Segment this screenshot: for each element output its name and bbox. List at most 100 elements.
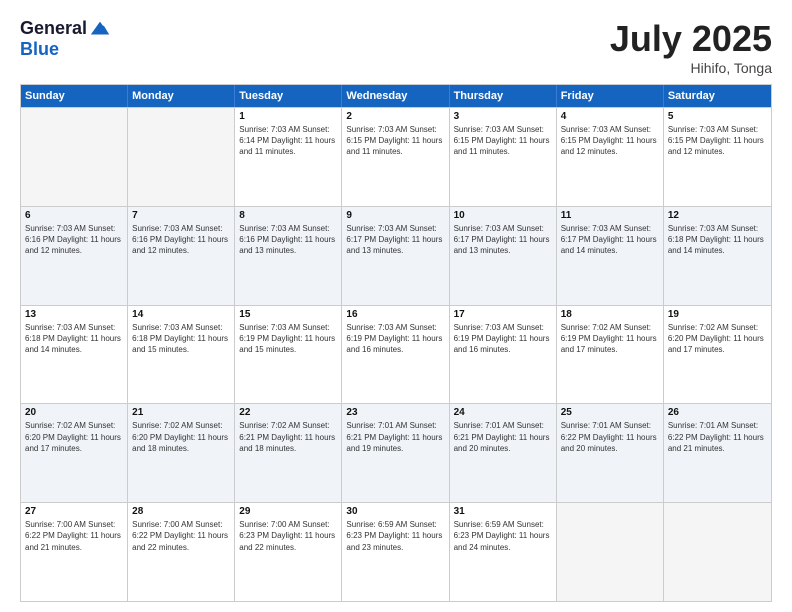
cell-info: Sunrise: 7:03 AM Sunset: 6:16 PM Dayligh… [132,223,230,257]
calendar-cell: 26 Sunrise: 7:01 AM Sunset: 6:22 PM Dayli… [664,404,771,502]
cell-info: Sunrise: 6:59 AM Sunset: 6:23 PM Dayligh… [346,519,444,553]
header-sunday: Sunday [21,85,128,107]
day-number: 15 [239,309,337,320]
day-number: 18 [561,309,659,320]
calendar-cell: 9Sunrise: 7:03 AM Sunset: 6:17 PM Daylig… [342,207,449,305]
calendar-cell: 29 Sunrise: 7:00 AM Sunset: 6:23 PM Dayli… [235,503,342,601]
week-row-2: 6Sunrise: 7:03 AM Sunset: 6:16 PM Daylig… [21,206,771,305]
header-tuesday: Tuesday [235,85,342,107]
day-number: 8 [239,210,337,221]
day-number: 19 [668,309,767,320]
calendar-cell: 6Sunrise: 7:03 AM Sunset: 6:16 PM Daylig… [21,207,128,305]
day-number: 28 [132,506,230,517]
day-number: 1 [239,111,337,122]
calendar-cell: 12Sunrise: 7:03 AM Sunset: 6:18 PM Dayli… [664,207,771,305]
calendar-body: 1 Sunrise: 7:03 AM Sunset: 6:14 PM Daylig… [21,107,771,601]
day-number: 29 [239,506,337,517]
logo-icon [89,18,111,40]
day-number: 5 [668,111,767,122]
cell-info: Sunrise: 7:01 AM Sunset: 6:22 PM Dayligh… [561,420,659,454]
day-number: 4 [561,111,659,122]
cell-info: Sunrise: 7:01 AM Sunset: 6:22 PM Dayligh… [668,420,767,454]
cell-info: Sunrise: 7:03 AM Sunset: 6:15 PM Dayligh… [668,124,767,158]
day-number: 22 [239,407,337,418]
logo-text-blue: Blue [20,39,59,59]
calendar-cell: 15 Sunrise: 7:03 AM Sunset: 6:19 PM Dayli… [235,306,342,404]
cell-info: Sunrise: 7:03 AM Sunset: 6:19 PM Dayligh… [454,322,552,356]
cell-info: Sunrise: 7:02 AM Sunset: 6:20 PM Dayligh… [25,420,123,454]
calendar-cell: 18 Sunrise: 7:02 AM Sunset: 6:19 PM Dayli… [557,306,664,404]
day-number: 9 [346,210,444,221]
calendar-cell: 10Sunrise: 7:03 AM Sunset: 6:17 PM Dayli… [450,207,557,305]
cell-info: Sunrise: 7:03 AM Sunset: 6:15 PM Dayligh… [561,124,659,158]
cell-info: Sunrise: 7:03 AM Sunset: 6:14 PM Dayligh… [239,124,337,158]
day-number: 27 [25,506,123,517]
cell-info: Sunrise: 7:01 AM Sunset: 6:21 PM Dayligh… [346,420,444,454]
calendar-cell: 3Sunrise: 7:03 AM Sunset: 6:15 PM Daylig… [450,108,557,206]
cell-info: Sunrise: 7:03 AM Sunset: 6:15 PM Dayligh… [346,124,444,158]
cell-info: Sunrise: 7:03 AM Sunset: 6:19 PM Dayligh… [239,322,337,356]
cell-info: Sunrise: 7:02 AM Sunset: 6:19 PM Dayligh… [561,322,659,356]
cell-info: Sunrise: 7:03 AM Sunset: 6:15 PM Dayligh… [454,124,552,158]
calendar-cell: 16Sunrise: 7:03 AM Sunset: 6:19 PM Dayli… [342,306,449,404]
day-number: 11 [561,210,659,221]
month-title: July 2025 [610,18,772,60]
day-number: 16 [346,309,444,320]
cell-info: Sunrise: 7:03 AM Sunset: 6:16 PM Dayligh… [25,223,123,257]
day-number: 13 [25,309,123,320]
day-number: 30 [346,506,444,517]
cell-info: Sunrise: 7:00 AM Sunset: 6:22 PM Dayligh… [132,519,230,553]
header: General Blue July 2025 Hihifo, Tonga [20,18,772,76]
calendar-cell: 28 Sunrise: 7:00 AM Sunset: 6:22 PM Dayli… [128,503,235,601]
header-thursday: Thursday [450,85,557,107]
cell-info: Sunrise: 7:03 AM Sunset: 6:17 PM Dayligh… [561,223,659,257]
calendar-cell [557,503,664,601]
location: Hihifo, Tonga [610,60,772,76]
logo-text-general: General [20,19,87,39]
cell-info: Sunrise: 7:02 AM Sunset: 6:20 PM Dayligh… [668,322,767,356]
calendar-header: Sunday Monday Tuesday Wednesday Thursday… [21,85,771,107]
calendar-cell [21,108,128,206]
cell-info: Sunrise: 7:00 AM Sunset: 6:23 PM Dayligh… [239,519,337,553]
title-block: July 2025 Hihifo, Tonga [610,18,772,76]
calendar-cell: 1 Sunrise: 7:03 AM Sunset: 6:14 PM Daylig… [235,108,342,206]
cell-info: Sunrise: 7:02 AM Sunset: 6:21 PM Dayligh… [239,420,337,454]
cell-info: Sunrise: 7:03 AM Sunset: 6:18 PM Dayligh… [132,322,230,356]
logo: General Blue [20,18,111,60]
page: General Blue July 2025 Hihifo, Tonga Sun… [0,0,792,612]
cell-info: Sunrise: 7:03 AM Sunset: 6:18 PM Dayligh… [25,322,123,356]
calendar-cell: 19 Sunrise: 7:02 AM Sunset: 6:20 PM Dayli… [664,306,771,404]
header-monday: Monday [128,85,235,107]
day-number: 23 [346,407,444,418]
day-number: 24 [454,407,552,418]
calendar-cell: 20Sunrise: 7:02 AM Sunset: 6:20 PM Dayli… [21,404,128,502]
calendar-cell: 2 Sunrise: 7:03 AM Sunset: 6:15 PM Daylig… [342,108,449,206]
calendar-cell: 27Sunrise: 7:00 AM Sunset: 6:22 PM Dayli… [21,503,128,601]
calendar-cell: 14 Sunrise: 7:03 AM Sunset: 6:18 PM Dayli… [128,306,235,404]
calendar-cell [128,108,235,206]
calendar-cell: 21 Sunrise: 7:02 AM Sunset: 6:20 PM Dayli… [128,404,235,502]
calendar-cell: 7 Sunrise: 7:03 AM Sunset: 6:16 PM Daylig… [128,207,235,305]
calendar-cell [664,503,771,601]
header-friday: Friday [557,85,664,107]
cell-info: Sunrise: 7:03 AM Sunset: 6:18 PM Dayligh… [668,223,767,257]
day-number: 7 [132,210,230,221]
calendar-cell: 17Sunrise: 7:03 AM Sunset: 6:19 PM Dayli… [450,306,557,404]
day-number: 25 [561,407,659,418]
day-number: 21 [132,407,230,418]
day-number: 31 [454,506,552,517]
week-row-1: 1 Sunrise: 7:03 AM Sunset: 6:14 PM Daylig… [21,107,771,206]
day-number: 26 [668,407,767,418]
week-row-5: 27 Sunrise: 7:00 AM Sunset: 6:22 PM Dayli… [21,502,771,601]
day-number: 14 [132,309,230,320]
header-saturday: Saturday [664,85,771,107]
calendar-cell: 31 Sunrise: 6:59 AM Sunset: 6:23 PM Dayli… [450,503,557,601]
day-number: 2 [346,111,444,122]
cell-info: Sunrise: 7:02 AM Sunset: 6:20 PM Dayligh… [132,420,230,454]
calendar: Sunday Monday Tuesday Wednesday Thursday… [20,84,772,602]
cell-info: Sunrise: 6:59 AM Sunset: 6:23 PM Dayligh… [454,519,552,553]
week-row-4: 20Sunrise: 7:02 AM Sunset: 6:20 PM Dayli… [21,403,771,502]
week-row-3: 13 Sunrise: 7:03 AM Sunset: 6:18 PM Dayli… [21,305,771,404]
cell-info: Sunrise: 7:03 AM Sunset: 6:17 PM Dayligh… [454,223,552,257]
calendar-cell: 30 Sunrise: 6:59 AM Sunset: 6:23 PM Dayli… [342,503,449,601]
